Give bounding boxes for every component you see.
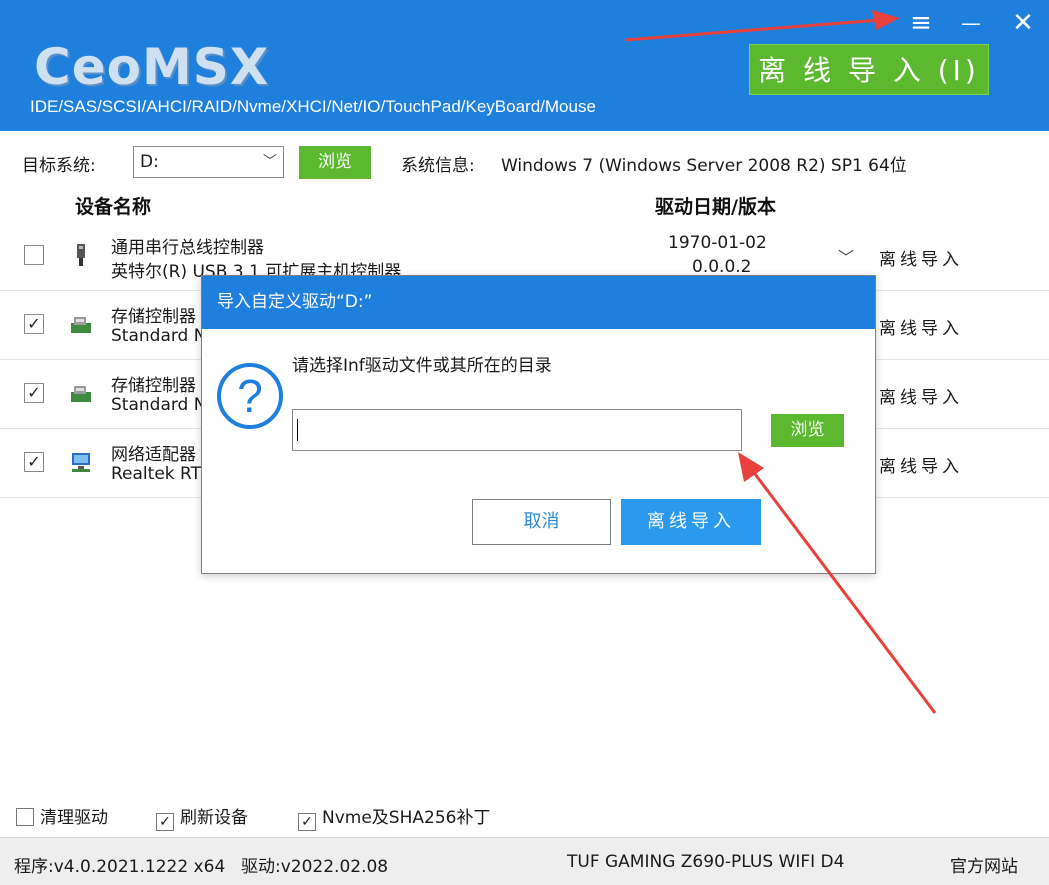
motherboard-model: TUF GAMING Z690-PLUS WIFI D4 <box>567 852 845 872</box>
inf-path-input[interactable] <box>292 409 742 451</box>
minimize-icon[interactable]: — <box>956 8 986 38</box>
dialog-browse-button[interactable]: 浏览 <box>771 414 844 447</box>
app-header: CeoMSX IDE/SAS/SCSI/AHCI/RAID/Nvme/XHCI/… <box>0 0 1049 131</box>
driver-version-status: 驱动:v2022.02.08 <box>241 857 389 877</box>
driver-version: 0.0.0.2 <box>692 257 752 277</box>
device-name: Standard N <box>111 326 207 346</box>
target-system-value: D: <box>140 152 159 172</box>
program-version: 程序:v4.0.2021.1222 x64 <box>14 857 226 877</box>
clean-driver-label: 清理驱动 <box>40 808 108 828</box>
col-device-name: 设备名称 <box>75 196 152 218</box>
text-caret <box>297 419 298 441</box>
refresh-devices-checkbox[interactable]: ✓ <box>156 813 174 831</box>
nvme-patch-label: Nvme及SHA256补丁 <box>322 808 491 828</box>
cancel-button[interactable]: 取消 <box>472 499 611 545</box>
offline-import-button[interactable]: 离 线 导 入 (I) <box>749 44 989 95</box>
app-logo: CeoMSX <box>34 38 270 96</box>
clean-driver-checkbox[interactable] <box>16 808 34 826</box>
device-name: Standard N <box>111 395 207 415</box>
sysinfo-value: Windows 7 (Windows Server 2008 R2) SP1 6… <box>501 156 907 176</box>
target-system-label: 目标系统: <box>22 156 96 176</box>
dialog-offline-import-button[interactable]: 离线导入 <box>621 499 761 545</box>
col-driver-date: 驱动日期/版本 <box>655 196 776 218</box>
row-checkbox[interactable]: ✓ <box>24 314 44 334</box>
close-icon[interactable]: ✕ <box>1008 8 1038 38</box>
target-browse-button[interactable]: 浏览 <box>299 146 371 179</box>
network-adapter-icon <box>72 453 90 472</box>
device-name: Realtek RT <box>111 464 201 484</box>
storage-controller-icon <box>71 317 91 333</box>
refresh-devices-label: 刷新设备 <box>180 808 248 828</box>
clean-driver-option[interactable]: 清理驱动 <box>16 803 108 828</box>
nvme-patch-checkbox[interactable]: ✓ <box>298 813 316 831</box>
chevron-down-icon: ﹀ <box>263 154 277 170</box>
device-category: 存储控制器 <box>111 307 196 327</box>
row-offline-import[interactable]: 离线导入 <box>879 314 963 339</box>
row-offline-import[interactable]: 离线导入 <box>879 383 963 408</box>
target-system-select[interactable]: D: ﹀ <box>133 146 284 178</box>
chevron-down-icon[interactable]: ﹀ <box>838 244 854 268</box>
import-custom-driver-dialog: 导入自定义驱动“D:” ? 请选择Inf驱动文件或其所在的目录 浏览 取消 离线… <box>201 275 876 574</box>
nvme-patch-option[interactable]: ✓ Nvme及SHA256补丁 <box>298 803 490 831</box>
dialog-prompt: 请选择Inf驱动文件或其所在的目录 <box>292 356 552 376</box>
row-offline-import[interactable]: 离线导入 <box>879 452 963 477</box>
storage-controller-icon <box>71 386 91 402</box>
row-offline-import[interactable]: 离线导入 <box>879 245 963 270</box>
row-checkbox[interactable] <box>24 245 44 265</box>
device-category: 网络适配器 <box>111 445 196 465</box>
dialog-title: 导入自定义驱动“D:” <box>202 276 875 329</box>
menu-icon[interactable]: ≡ <box>906 8 936 38</box>
sysinfo-label: 系统信息: <box>401 156 475 176</box>
official-website-link[interactable]: 官方网站 <box>950 852 1018 877</box>
question-icon: ? <box>217 363 283 429</box>
row-checkbox[interactable]: ✓ <box>24 452 44 472</box>
status-bar: 程序:v4.0.2021.1222 x64 驱动:v2022.02.08 TUF… <box>0 837 1049 885</box>
device-category: 通用串行总线控制器 <box>111 238 264 258</box>
refresh-devices-option[interactable]: ✓ 刷新设备 <box>156 803 248 831</box>
device-category: 存储控制器 <box>111 376 196 396</box>
usb-icon <box>77 244 85 266</box>
driver-date: 1970-01-02 <box>668 233 767 253</box>
supported-buses-text: IDE/SAS/SCSI/AHCI/RAID/Nvme/XHCI/Net/IO/… <box>30 97 596 116</box>
row-checkbox[interactable]: ✓ <box>24 383 44 403</box>
